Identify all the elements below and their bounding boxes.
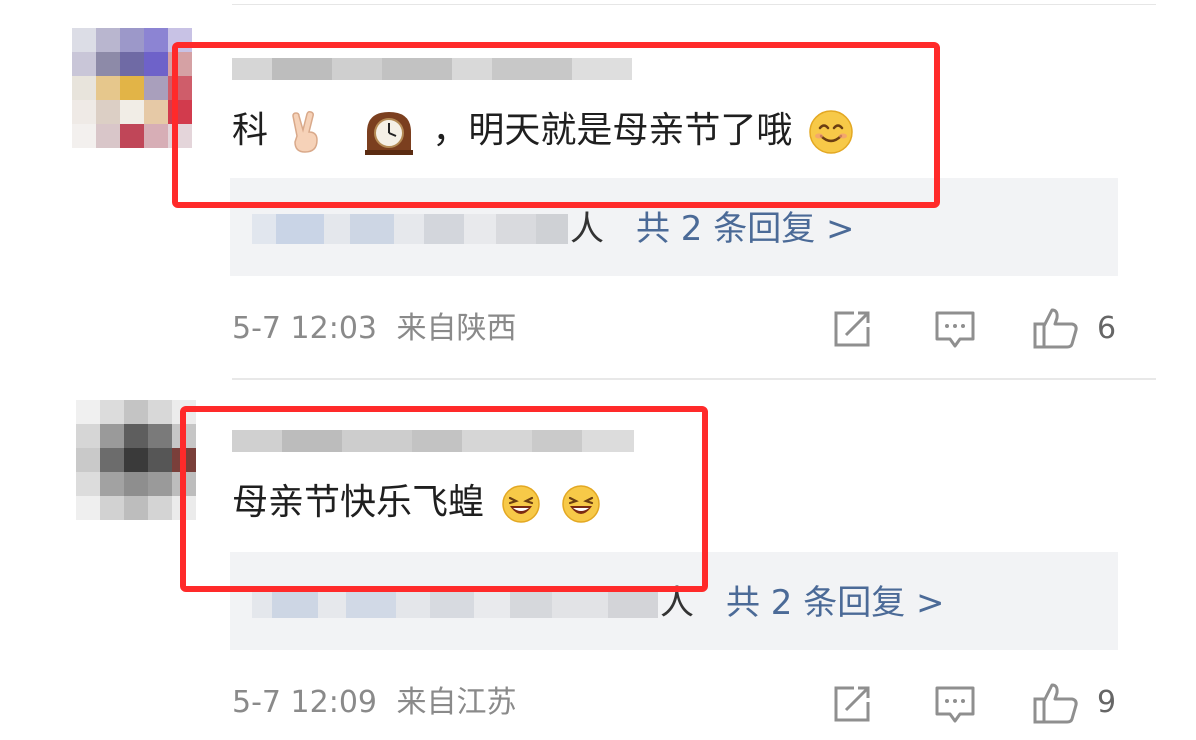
share-icon[interactable] xyxy=(832,309,874,349)
comment-icon[interactable] xyxy=(934,684,976,726)
view-replies-link[interactable]: 共 2 条回复 > xyxy=(726,586,945,620)
reply-users-blurred xyxy=(252,588,658,618)
like-icon[interactable] xyxy=(1032,306,1080,350)
comment-meta: 5-7 12:03 来自陕西 xyxy=(232,314,517,344)
comment-time: 5-7 12:09 xyxy=(232,685,377,720)
like-count: 6 xyxy=(1097,311,1117,346)
comment-divider xyxy=(232,378,1156,380)
like-count: 9 xyxy=(1097,685,1117,720)
reply-users-blurred xyxy=(252,214,568,244)
comment-time: 5-7 12:03 xyxy=(232,311,377,346)
top-divider xyxy=(232,4,1156,5)
highlight-box xyxy=(172,42,940,208)
like-icon[interactable] xyxy=(1032,681,1080,725)
comment-location: 来自陕西 xyxy=(396,311,517,346)
view-replies-link[interactable]: 共 2 条回复 > xyxy=(636,212,855,246)
comment-icon[interactable] xyxy=(934,309,976,351)
share-icon[interactable] xyxy=(832,684,874,724)
comment-meta: 5-7 12:09 来自江苏 xyxy=(232,688,517,718)
comment-location: 来自江苏 xyxy=(396,685,517,720)
reply-tail-text: 人 xyxy=(570,209,604,249)
avatar[interactable] xyxy=(76,400,196,522)
highlight-box xyxy=(180,406,708,592)
